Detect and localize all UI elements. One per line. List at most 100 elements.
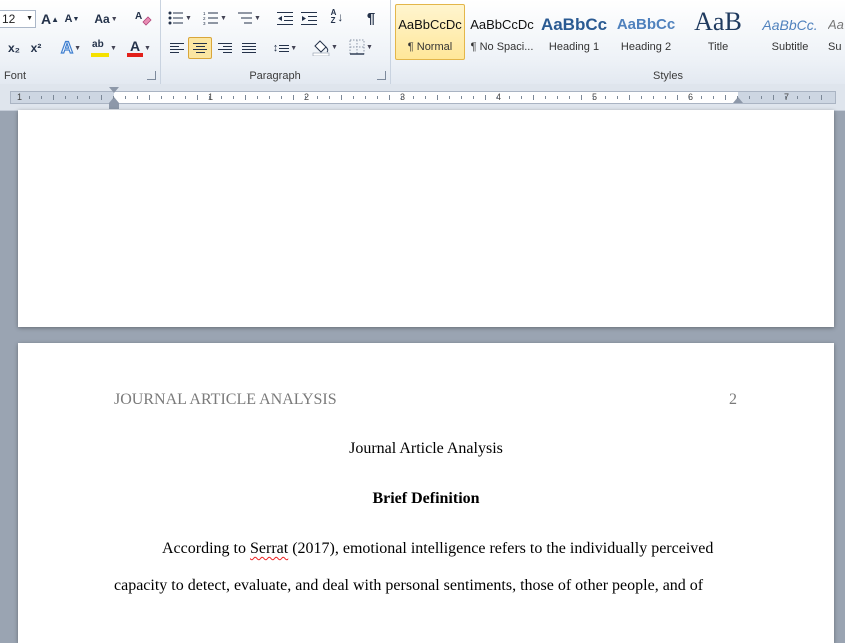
font-dialog-launcher-icon[interactable]	[147, 71, 156, 80]
ruler-tick	[113, 96, 114, 99]
ruler-tick	[29, 96, 30, 99]
ruler-tick	[521, 96, 522, 99]
numbering-button[interactable]: 1 2 3 ▼	[200, 8, 230, 28]
style-sample: AaBbCcDc	[470, 17, 534, 32]
ruler-tick	[329, 96, 330, 99]
style-subtitle[interactable]: AaBbCc. Subtitle	[755, 4, 825, 60]
font-size-box[interactable]: 12 ▼	[0, 10, 36, 28]
left-indent-marker[interactable]	[109, 103, 119, 109]
ruler-tick	[449, 96, 450, 99]
style-sample: AaBbCcDc	[398, 17, 462, 32]
ruler-tick	[629, 95, 630, 100]
ruler-tick	[761, 96, 762, 99]
styles-gallery: AaBbCcDc ¶ Normal AaBbCcDc ¶ No Spaci...…	[394, 4, 845, 62]
ribbon: 12 ▼ A ▲ A ▼ Aa ▼ A x₂ x² A ▼ ab ▼ A ▼ F…	[0, 0, 845, 85]
align-center-button[interactable]	[188, 37, 212, 59]
ruler-tick	[737, 96, 738, 99]
ruler-tick	[749, 96, 750, 99]
paragraph-group: ▼ 1 2 3 ▼ ▼ A Z ↓ ¶ ↕ ▼ ▼ ▼ Paragraph	[160, 0, 391, 84]
ruler-number: 1	[17, 92, 23, 102]
highlight-color-button[interactable]: ab ▼	[88, 38, 120, 58]
chevron-down-icon[interactable]: ▼	[26, 11, 33, 27]
grow-font-button[interactable]: A ▲	[40, 9, 60, 29]
style-name: ¶ Normal	[407, 41, 453, 53]
paragraph-mark-icon: ¶	[366, 9, 376, 27]
style-heading-1[interactable]: AaBbCc Heading 1	[539, 4, 609, 60]
font-group-label: Font	[4, 70, 27, 82]
ruler-tick	[89, 96, 90, 99]
justify-icon	[242, 43, 256, 53]
change-case-button[interactable]: Aa ▼	[92, 9, 120, 29]
multilevel-list-button[interactable]: ▼	[234, 8, 264, 28]
style-sample: AaBbCc	[616, 16, 676, 33]
ruler-tick	[473, 96, 474, 99]
ruler-tick	[557, 96, 558, 99]
first-line-indent-marker[interactable]	[109, 87, 119, 93]
ruler-tick	[461, 96, 462, 99]
style-title[interactable]: AaB Title	[683, 4, 753, 60]
ruler-tick	[617, 96, 618, 99]
align-right-button[interactable]	[214, 38, 236, 58]
ruler-tick	[53, 95, 54, 100]
page-2[interactable]: JOURNAL ARTICLE ANALYSIS 2 Journal Artic…	[18, 343, 834, 643]
increase-indent-button[interactable]	[298, 8, 320, 28]
horizontal-ruler: 1 1 2 3 4 5 6 7	[0, 84, 845, 111]
sort-button[interactable]: A Z ↓	[326, 7, 348, 27]
shading-button[interactable]: ▼	[310, 37, 340, 57]
text-effects-button[interactable]: A ▼	[58, 37, 84, 58]
align-right-icon	[218, 43, 232, 53]
clear-formatting-button[interactable]: A	[132, 7, 154, 27]
ruler-tick	[365, 96, 366, 99]
font-color-button[interactable]: A ▼	[124, 38, 154, 58]
superscript-icon: x²	[30, 41, 42, 55]
shrink-font-icon: A	[64, 13, 73, 25]
multilevel-list-icon	[238, 12, 253, 24]
svg-text:3: 3	[203, 21, 206, 25]
decrease-indent-button[interactable]	[274, 8, 296, 28]
show-marks-button[interactable]: ¶	[360, 8, 382, 28]
ruler-tick	[725, 95, 726, 100]
ruler-tick	[797, 96, 798, 99]
ruler-tick	[65, 96, 66, 99]
shrink-font-button[interactable]: A ▼	[62, 9, 82, 29]
style-name: Su	[828, 41, 842, 53]
line-spacing-button[interactable]: ↕ ▼	[270, 38, 300, 58]
page-1-bottom[interactable]	[18, 110, 834, 327]
highlight-swatch	[91, 53, 110, 57]
style-heading-2[interactable]: AaBbCc Heading 2	[611, 4, 681, 60]
ruler-tick	[257, 96, 258, 99]
style-no-spacing[interactable]: AaBbCcDc ¶ No Spaci...	[467, 4, 537, 60]
ruler-tick	[269, 96, 270, 99]
spelling-error[interactable]: Serrat	[250, 540, 288, 557]
ruler-tick	[689, 96, 690, 99]
ruler-tick	[185, 96, 186, 99]
bullets-button[interactable]: ▼	[166, 8, 194, 28]
justify-button[interactable]	[238, 38, 260, 58]
style-sample: AaBbCc	[540, 15, 608, 34]
ruler-tick	[149, 95, 150, 100]
style-subtle-emphasis[interactable]: Aa Su	[827, 4, 845, 60]
borders-button[interactable]: ▼	[346, 37, 376, 57]
ruler-tick	[197, 95, 198, 100]
ruler-track[interactable]: 1 1 2 3 4 5 6 7	[10, 87, 836, 109]
running-header: JOURNAL ARTICLE ANALYSIS	[114, 391, 337, 408]
style-normal[interactable]: AaBbCcDc ¶ Normal	[395, 4, 465, 60]
paragraph-dialog-launcher-icon[interactable]	[377, 71, 386, 80]
ruler-tick	[605, 96, 606, 99]
ruler-tick	[701, 96, 702, 99]
highlight-icon: ab	[91, 39, 110, 57]
align-left-button[interactable]	[166, 38, 188, 58]
superscript-button[interactable]: x²	[26, 38, 46, 58]
right-indent-marker[interactable]	[733, 97, 743, 103]
ruler-tick	[125, 96, 126, 99]
style-name: Title	[707, 41, 729, 53]
section-heading: Brief Definition	[372, 490, 480, 507]
clear-formatting-icon: A	[135, 11, 152, 26]
subscript-icon: x₂	[7, 41, 20, 55]
subscript-button[interactable]: x₂	[4, 38, 24, 58]
ruler-tick	[389, 95, 390, 100]
style-name: Heading 1	[548, 41, 600, 53]
ruler-tick	[281, 96, 282, 99]
ruler-tick	[653, 96, 654, 99]
style-name: Subtitle	[771, 41, 809, 53]
